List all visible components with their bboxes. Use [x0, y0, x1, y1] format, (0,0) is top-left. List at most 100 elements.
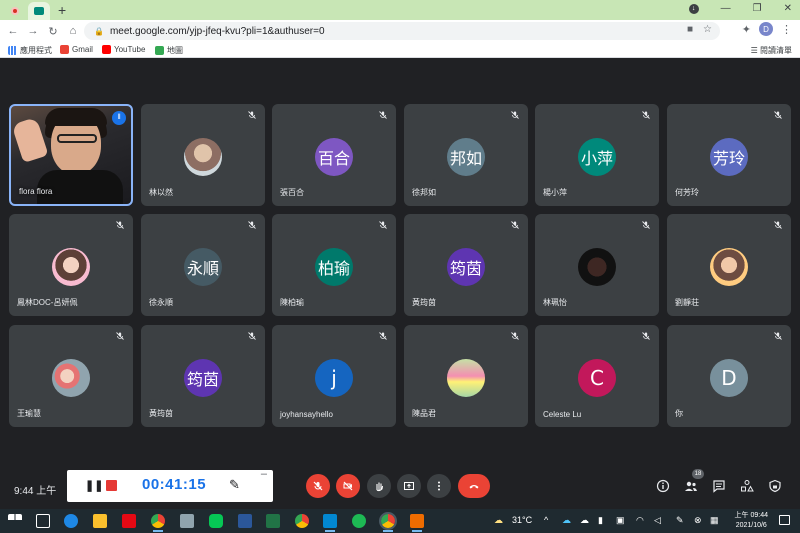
back-button[interactable]: ← [6, 25, 20, 37]
taskbar-clock[interactable]: 上午 09:44 2021/10/6 [735, 511, 768, 531]
chrome-profile-icon[interactable] [295, 514, 309, 528]
mic-muted-icon [641, 331, 651, 341]
excel-icon[interactable] [266, 514, 280, 528]
file-explorer-icon[interactable] [93, 514, 107, 528]
mic-muted-icon [773, 220, 783, 230]
stop-recording-button[interactable] [106, 480, 117, 491]
bookmark-maps[interactable]: 地圖 [155, 45, 183, 56]
minimize-panel-button[interactable]: – [261, 468, 267, 480]
restore-button[interactable]: ❐ [753, 3, 762, 14]
participant-tile[interactable]: D你 [667, 325, 791, 427]
download-icon[interactable]: ↓ [688, 3, 699, 14]
participant-tile[interactable]: 永順 徐永順 [141, 214, 265, 316]
pen-icon[interactable]: ✎ [229, 477, 240, 493]
hang-up-button[interactable] [458, 474, 490, 498]
tray-chevron-icon[interactable]: ^ [544, 515, 548, 525]
bookmark-gmail[interactable]: Gmail [60, 45, 93, 54]
raise-hand-button[interactable] [367, 474, 391, 498]
participant-tile[interactable]: 柏瑜 陳柏瑜 [272, 214, 396, 316]
bookmark-youtube[interactable]: YouTube [102, 45, 145, 54]
mic-off-button[interactable] [306, 474, 330, 498]
speaking-indicator-icon: ⦀ [112, 111, 126, 125]
shield-lock-icon [769, 479, 781, 493]
participant-tile[interactable]: 筠茵 黃筠茵 [404, 214, 528, 316]
onedrive-icon[interactable]: ☁ [580, 515, 589, 526]
cloud-icon[interactable]: ☁ [562, 515, 571, 526]
reading-list-button[interactable]: ☰ 閱讀清單 [751, 45, 792, 56]
chat-button[interactable] [711, 478, 727, 494]
menu-icon[interactable]: ⋮ [781, 23, 792, 36]
minimize-button[interactable]: — [721, 3, 731, 14]
camera-off-button[interactable] [336, 474, 360, 498]
meeting-details-button[interactable] [655, 478, 671, 494]
more-options-button[interactable] [427, 474, 451, 498]
reload-button[interactable]: ↻ [46, 25, 60, 38]
weather-icon[interactable]: ☁ [494, 515, 503, 526]
weather-temp[interactable]: 31°C [512, 515, 532, 525]
meet-control-bar: 9:44 上午 ❚❚ 00:41:15 ✎ – 18 [0, 468, 800, 506]
pen-tray-icon[interactable]: ✎ [676, 515, 684, 526]
netflix-icon[interactable] [122, 514, 136, 528]
calculator-icon[interactable] [180, 514, 194, 528]
chrome-icon[interactable] [151, 514, 165, 532]
keyboard-icon[interactable]: ▦ [710, 515, 719, 526]
network-icon[interactable]: ▣ [616, 515, 625, 526]
close-window-button[interactable]: ✕ [784, 3, 792, 14]
participant-name: 陳柏瑜 [280, 298, 304, 307]
mic-tray-icon[interactable]: ▮ [598, 515, 603, 526]
forward-button[interactable]: → [26, 25, 40, 37]
participant-tile[interactable]: C Celeste Lu [535, 325, 659, 427]
activities-button[interactable] [739, 478, 755, 494]
host-controls-button[interactable] [767, 478, 783, 494]
participant-tile[interactable]: 林以然 [141, 104, 265, 206]
participant-tile[interactable]: 小萍 楊小萍 [535, 104, 659, 206]
people-icon [685, 481, 697, 491]
task-view-icon[interactable] [36, 514, 50, 528]
participants-button[interactable] [683, 478, 699, 494]
windows-start-icon[interactable] [8, 514, 22, 528]
mic-muted-icon [510, 220, 520, 230]
spotify-icon[interactable] [352, 514, 366, 528]
camera-in-use-icon[interactable]: ■ [687, 24, 693, 35]
video-feed-hand [11, 116, 49, 164]
wifi-icon[interactable]: ◠ [636, 515, 644, 526]
new-tab-button[interactable]: + [58, 2, 66, 18]
participant-tile[interactable]: 劉靜荘 [667, 214, 791, 316]
word-icon[interactable] [238, 514, 252, 528]
participant-avatar: 芳玲 [710, 138, 748, 176]
participant-tile[interactable]: 芳玲 何芳玲 [667, 104, 791, 206]
tab-meet[interactable] [28, 2, 50, 20]
participant-tile[interactable]: 百合 張百合 [272, 104, 396, 206]
lock-icon[interactable]: 🔒 [94, 27, 104, 36]
line-icon[interactable] [209, 514, 223, 528]
participant-tile[interactable]: 陳品君 [404, 325, 528, 427]
volume-icon[interactable]: ◁ [654, 515, 661, 526]
participant-tile[interactable]: 鳳林DOC-呂妍佩 [9, 214, 133, 316]
participant-avatar: 百合 [315, 138, 353, 176]
extensions-icon[interactable]: ✦ [742, 23, 751, 36]
pause-recording-button[interactable]: ❚❚ [85, 479, 103, 492]
profile-avatar[interactable]: D [759, 22, 773, 36]
tab-recording[interactable] [4, 2, 26, 20]
apps-icon [8, 46, 17, 55]
participant-tile[interactable]: j joyhansayhello [272, 325, 396, 427]
recorder-app-icon[interactable] [410, 514, 424, 532]
close-circle-icon[interactable]: ⊗ [694, 515, 702, 526]
present-button[interactable] [397, 474, 421, 498]
home-button[interactable]: ⌂ [66, 25, 80, 37]
bookmark-apps[interactable]: 應用程式 [8, 45, 52, 56]
edge-icon[interactable] [64, 514, 78, 528]
self-video-tile[interactable]: ⦀ flora flora [9, 104, 133, 206]
participant-tile[interactable]: 筠茵 黃筠茵 [141, 325, 265, 427]
omnibox[interactable]: 🔒 meet.google.com/yjp-jfeq-kvu?pli=1&aut… [84, 22, 720, 40]
camera-app-icon[interactable] [323, 514, 337, 532]
activities-icon [741, 480, 754, 492]
participant-tile[interactable]: 林珮怡 [535, 214, 659, 316]
chrome-active-icon[interactable] [379, 512, 397, 532]
participant-tile[interactable]: 邦如 徐邦如 [404, 104, 528, 206]
bookmark-star-icon[interactable]: ☆ [703, 24, 712, 35]
chat-icon [713, 480, 725, 493]
participant-tile[interactable]: 王瑜慧 [9, 325, 133, 427]
participant-name: 鳳林DOC-呂妍佩 [17, 298, 78, 307]
notification-icon[interactable] [779, 515, 790, 525]
